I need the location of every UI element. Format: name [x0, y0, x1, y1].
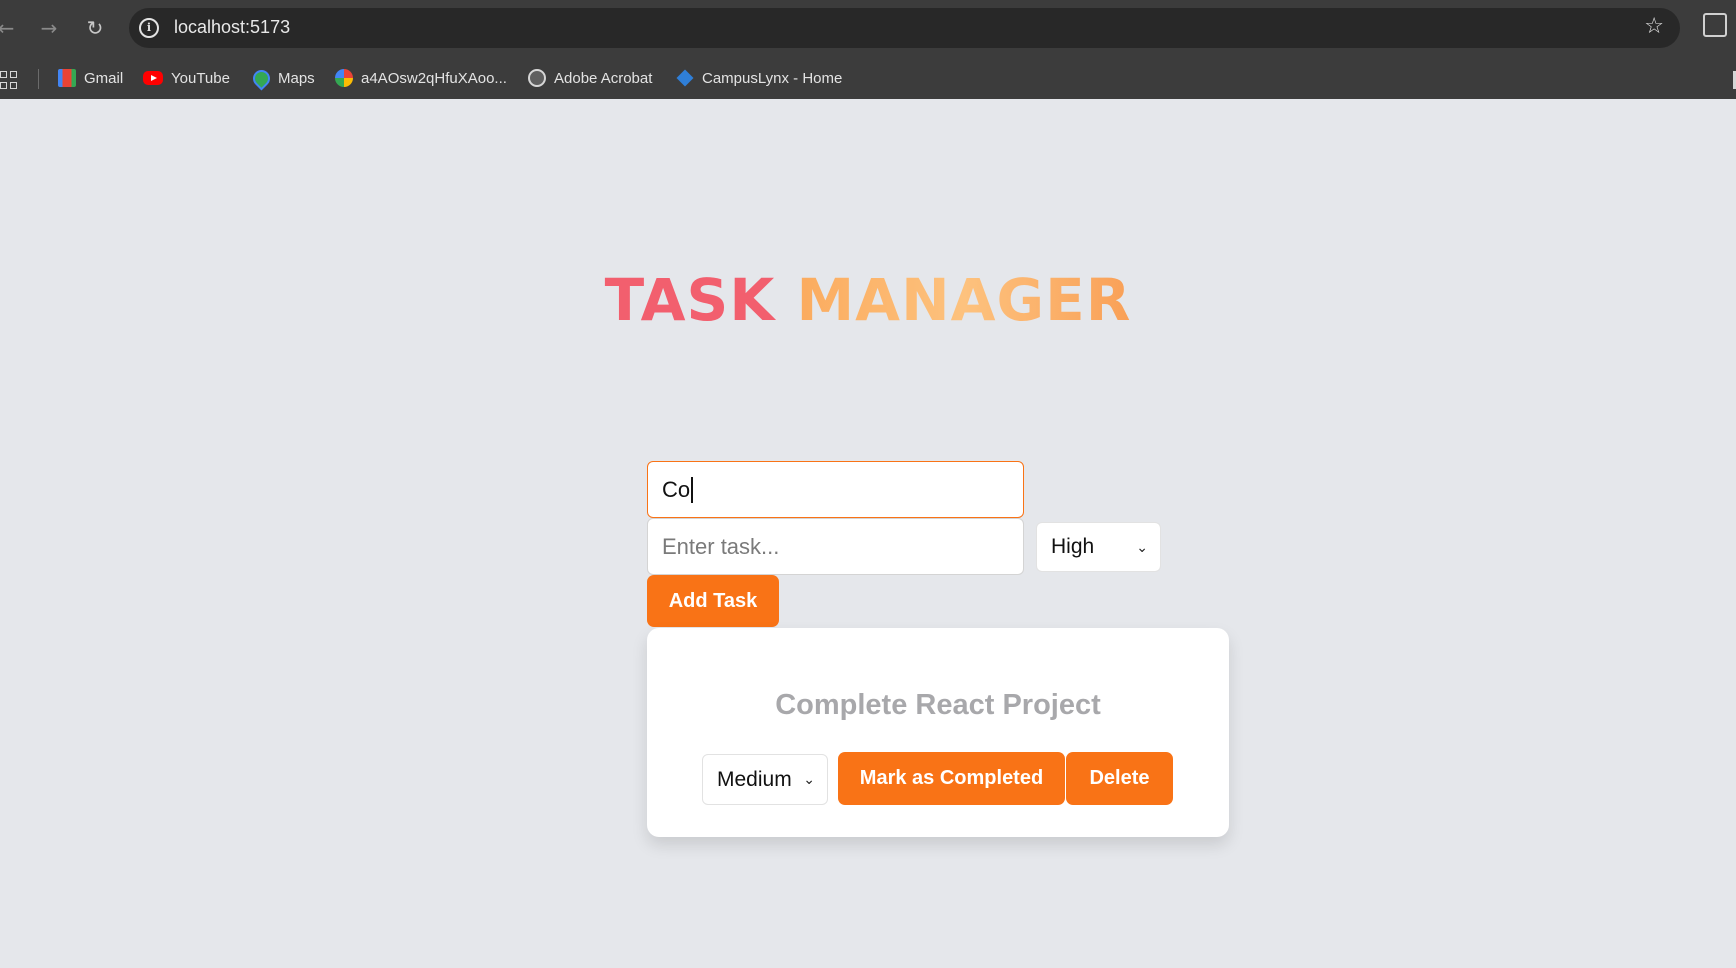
youtube-icon — [143, 71, 163, 85]
page-content: TASK MANAGER Co Enter task... High ⌄ Add… — [0, 99, 1736, 968]
back-icon[interactable]: ← — [0, 14, 20, 42]
page-title: TASK MANAGER — [0, 266, 1736, 334]
delete-button[interactable]: Delete — [1066, 752, 1173, 805]
bookmark-youtube[interactable]: YouTube — [143, 57, 230, 99]
bookmark-label: Adobe Acrobat — [554, 69, 653, 87]
add-task-button[interactable]: Add Task — [647, 575, 779, 627]
text-caret — [691, 476, 693, 503]
reload-icon[interactable]: ↻ — [81, 14, 109, 42]
task-title: Complete React Project — [775, 689, 1101, 721]
extensions-icon[interactable] — [1703, 13, 1727, 37]
bookmark-label: a4AOsw2qHfuXAoo... — [361, 69, 507, 87]
add-task-label: Add Task — [668, 589, 758, 612]
bookmark-label: YouTube — [171, 69, 230, 87]
delete-label: Delete — [1089, 767, 1150, 789]
site-info-icon[interactable]: i — [139, 18, 159, 38]
mark-completed-button[interactable]: Mark as Completed — [838, 752, 1065, 805]
bookmark-label: Gmail — [84, 69, 124, 87]
bookmarks-bar: Gmail YouTube Maps a4AOsw2qHfuXAoo... Ad… — [0, 57, 1736, 99]
photos-icon — [335, 69, 353, 87]
bookmark-gmail[interactable]: Gmail — [58, 57, 123, 99]
url-text[interactable]: localhost:5173 — [174, 17, 290, 38]
title-word-task: TASK — [604, 266, 776, 334]
focused-text-input[interactable]: Co — [647, 461, 1024, 518]
bookmarks-divider — [38, 69, 39, 89]
bookmark-label: CampusLynx - Home — [702, 69, 843, 87]
title-word-manager: MANAGER — [796, 266, 1132, 334]
mark-completed-label: Mark as Completed — [859, 767, 1044, 789]
bookmark-adobe-acrobat[interactable]: Adobe Acrobat — [528, 57, 652, 99]
address-bar[interactable]: i localhost:5173 ☆ — [129, 8, 1680, 48]
chevron-down-icon: ⌄ — [1136, 538, 1148, 555]
task-card: Complete React Project Medium ⌄ Mark as … — [647, 628, 1229, 837]
task-priority-select[interactable]: Medium ⌄ — [702, 754, 828, 805]
bookmark-photos[interactable]: a4AOsw2qHfuXAoo... — [335, 57, 507, 99]
bookmark-star-icon[interactable]: ☆ — [1644, 14, 1664, 39]
task-priority-value: Medium — [717, 767, 792, 791]
bookmark-label: Maps — [278, 69, 315, 87]
gmail-icon — [58, 69, 76, 87]
globe-icon — [528, 69, 546, 87]
bookmark-campuslynx[interactable]: CampusLynx - Home — [676, 57, 842, 99]
chevron-down-icon: ⌄ — [803, 771, 815, 787]
apps-grid-icon[interactable] — [0, 71, 18, 89]
input-value: Co — [662, 476, 691, 502]
campuslynx-icon — [676, 69, 694, 87]
maps-icon — [249, 65, 274, 91]
priority-select-value: High — [1051, 535, 1095, 558]
browser-toolbar: ← → ↻ i localhost:5173 ☆ — [0, 0, 1736, 57]
forward-icon[interactable]: → — [35, 14, 63, 42]
priority-select[interactable]: High ⌄ — [1036, 522, 1161, 572]
bookmark-maps[interactable]: Maps — [249, 57, 315, 99]
task-input[interactable]: Enter task... — [647, 518, 1024, 575]
task-input-placeholder: Enter task... — [662, 533, 780, 559]
